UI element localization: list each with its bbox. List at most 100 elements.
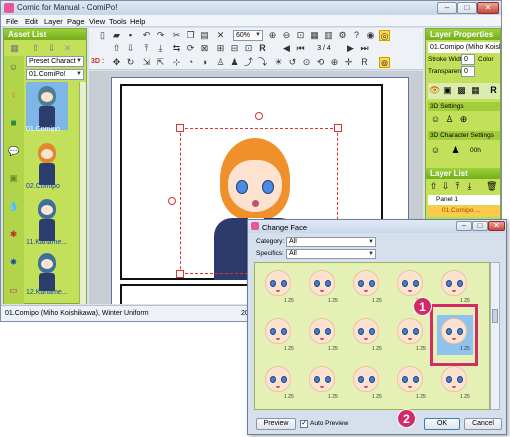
zoom-select[interactable]: 60% ▼ xyxy=(233,30,263,41)
menu-file[interactable]: File xyxy=(6,17,18,26)
delete-icon[interactable]: ✕ xyxy=(215,30,226,41)
3d-angle-icon[interactable]: ⊕ xyxy=(458,114,469,125)
grid-icon[interactable]: ▦ xyxy=(9,43,20,54)
layer-bottom-icon[interactable]: ⤓ xyxy=(464,181,475,192)
asset-item[interactable]: 02.Comipo xyxy=(26,139,70,195)
layer-row-selected[interactable]: 01.Comipo ... xyxy=(428,206,500,216)
3d-highlight-icon[interactable]: ⊚ xyxy=(379,57,390,68)
outline-icon[interactable]: ▣ xyxy=(442,85,453,96)
3d-eyes-icon[interactable]: ◑ xyxy=(199,57,210,68)
face-option[interactable]: 1 25 xyxy=(305,315,341,355)
menu-layer[interactable]: Layer xyxy=(44,17,63,26)
scrollbar-thumb[interactable] xyxy=(492,309,498,323)
print-icon[interactable]: ▥ xyxy=(323,30,334,41)
zoom-out-icon[interactable]: ⊖ xyxy=(281,30,292,41)
zoom-in-icon[interactable]: ⊕ xyxy=(267,30,278,41)
tone-icon[interactable]: ▩ xyxy=(456,85,467,96)
pose-icon[interactable]: ♟ xyxy=(450,145,461,156)
frame-icon[interactable]: ▭ xyxy=(8,285,19,296)
layer-lock-icon[interactable]: ▦ xyxy=(470,85,481,96)
3d-zoom-icon[interactable]: ⊕ xyxy=(329,57,340,68)
menu-tools[interactable]: Tools xyxy=(109,17,127,26)
help-icon[interactable]: ? xyxy=(351,30,362,41)
dialog-maximize-button[interactable]: □ xyxy=(472,221,488,231)
3d-look-icon[interactable]: ⊙ xyxy=(301,57,312,68)
3d-r-icon[interactable]: R xyxy=(359,57,370,68)
layer-top-icon[interactable]: ⤒ xyxy=(452,181,463,192)
first-page-icon[interactable]: ⏮ xyxy=(295,43,306,54)
character-select[interactable]: 01.ComiPo! ▼ xyxy=(26,69,84,80)
send-back-icon[interactable]: ⤓ xyxy=(155,43,166,54)
face-option[interactable]: 1 25 xyxy=(261,315,297,355)
group-icon[interactable]: ⊞ xyxy=(215,43,226,54)
character-icon[interactable]: ♀ xyxy=(8,90,19,101)
layer-name-field[interactable]: 01.Comipo (Miho Koishi xyxy=(428,42,500,53)
face-option[interactable]: 1 25 xyxy=(305,267,341,307)
move-down-icon[interactable]: ⇩ xyxy=(125,43,136,54)
highlight-icon[interactable]: ◎ xyxy=(379,30,390,41)
face-option[interactable]: 1 25 xyxy=(261,267,297,307)
3d-arm-icon[interactable]: ⤴ xyxy=(243,57,254,68)
ok-button[interactable]: OK xyxy=(424,418,460,430)
menu-view[interactable]: View xyxy=(89,17,105,26)
redo-icon[interactable]: ↷ xyxy=(155,30,166,41)
trash-icon[interactable]: 🗑 xyxy=(486,181,497,192)
layer-up-icon[interactable]: ⇧ xyxy=(428,181,439,192)
eye-icon[interactable]: 👁 xyxy=(429,85,440,96)
maximize-button[interactable]: □ xyxy=(457,2,477,14)
face-icon[interactable]: ☺ xyxy=(430,145,441,156)
3d-pose-icon[interactable]: ♟ xyxy=(229,57,240,68)
move-up-icon[interactable]: ⇧ xyxy=(111,43,122,54)
last-page-icon[interactable]: ⏭ xyxy=(359,43,370,54)
asset-item[interactable]: 11.Kaname... xyxy=(26,195,70,251)
cancel-button[interactable]: Cancel xyxy=(464,418,502,430)
asset-item[interactable]: 01.Comipo xyxy=(26,82,70,138)
3d-move-icon[interactable]: ✥ xyxy=(111,57,122,68)
face-option[interactable]: 1 25 xyxy=(437,267,473,307)
export-icon[interactable]: ⇩ xyxy=(46,43,57,54)
item-icon[interactable]: ▣ xyxy=(8,173,19,184)
asset-item[interactable]: 12.Kaname... xyxy=(26,249,70,305)
next-page-icon[interactable]: ▶ xyxy=(345,43,356,54)
paste-icon[interactable]: ▤ xyxy=(199,30,210,41)
3d-rotate-icon[interactable]: ↻ xyxy=(125,57,136,68)
delete-icon[interactable]: ✕ xyxy=(62,43,73,54)
human-icon[interactable]: ☺ xyxy=(8,62,19,73)
resize-handle[interactable] xyxy=(176,270,184,278)
effect-drop-icon[interactable]: 💧 xyxy=(8,201,19,212)
bold-r-icon[interactable]: R xyxy=(257,43,268,54)
3d-turn-icon[interactable]: ⟲ xyxy=(315,57,326,68)
open-icon[interactable]: ▰ xyxy=(111,30,122,41)
cut-icon[interactable]: ✂ xyxy=(171,30,182,41)
3d-character-icon[interactable]: ☺ xyxy=(430,114,441,125)
3d-pan-icon[interactable]: ✛ xyxy=(343,57,354,68)
layer-down-icon[interactable]: ⇩ xyxy=(440,181,451,192)
lock-icon[interactable]: ⊠ xyxy=(199,43,210,54)
3d-tilt-icon[interactable]: ⇱ xyxy=(155,57,166,68)
menu-help[interactable]: Help xyxy=(130,17,145,26)
face-specifics-select[interactable]: All ▼ xyxy=(286,249,376,259)
3d-scale-icon[interactable]: ⇲ xyxy=(141,57,152,68)
save-icon[interactable]: ▪ xyxy=(125,30,136,41)
flip-icon[interactable]: ⇆ xyxy=(171,43,182,54)
face-option[interactable]: 1 25 xyxy=(261,363,297,403)
3d-reset-icon[interactable]: ↺ xyxy=(287,57,298,68)
resize-handle[interactable] xyxy=(176,124,184,132)
minimize-button[interactable]: – xyxy=(437,2,457,14)
background-cube-icon[interactable]: ■ xyxy=(8,118,19,129)
face-option[interactable]: 1 25 xyxy=(349,315,385,355)
face-option[interactable]: 1 25 xyxy=(437,363,473,403)
3d-body-icon[interactable]: ♙ xyxy=(215,57,226,68)
undo-icon[interactable]: ↶ xyxy=(141,30,152,41)
layer-row[interactable]: Panel 1 xyxy=(428,195,500,205)
settings-icon[interactable]: ⚙ xyxy=(337,30,348,41)
dialog-minimize-button[interactable]: – xyxy=(456,221,472,231)
import-icon[interactable]: ⇧ xyxy=(30,43,41,54)
align-icon[interactable]: ⊡ xyxy=(243,43,254,54)
3d-camera-icon[interactable]: ⊹ xyxy=(171,57,182,68)
auto-preview-checkbox[interactable]: ✓ xyxy=(300,420,308,428)
3d-leg-icon[interactable]: ⤵ xyxy=(257,57,268,68)
new-page-icon[interactable]: ▯ xyxy=(97,30,108,41)
menu-page[interactable]: Page xyxy=(67,17,85,26)
preview-button[interactable]: Preview xyxy=(256,418,296,430)
